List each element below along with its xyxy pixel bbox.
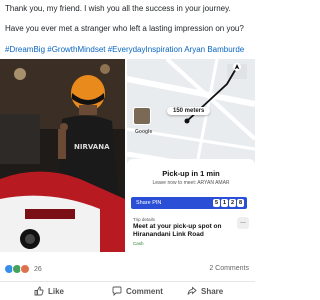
google-logo: Google	[135, 129, 153, 135]
rider-photo: NIRVANA	[0, 59, 125, 252]
post-hashtags[interactable]: #DreamBig #GrowthMindset #EverydayInspir…	[5, 44, 244, 55]
share-pin-label: Share PIN	[136, 200, 162, 206]
pin-digit: 2	[229, 199, 236, 207]
trip-title: Meet at your pick-up spot on Hiranandani…	[133, 223, 222, 238]
reactions-summary[interactable]: 26	[4, 264, 42, 274]
svg-text:NIRVANA: NIRVANA	[74, 143, 110, 151]
pickup-sheet: Pick-up in 1 min Leave now to meet: ARYA…	[127, 159, 255, 252]
navigation-arrow-icon	[233, 63, 241, 71]
post-line-1: Thank you, my friend. I wish you all the…	[5, 4, 231, 13]
pickup-subtitle: Leave now to meet: ARYAN AMAR	[152, 180, 230, 186]
comment-button[interactable]: Comment	[112, 286, 163, 296]
action-bar: Like Comment Share	[0, 284, 255, 300]
pickup-title: Pick-up in 1 min	[162, 169, 220, 178]
love-reaction-icon	[20, 264, 30, 274]
share-button[interactable]: Share	[187, 286, 223, 296]
post-line-2: Have you ever met a stranger who left a …	[5, 24, 244, 33]
comment-icon	[112, 286, 122, 296]
pin-digit: 1	[221, 199, 228, 207]
more-options-button[interactable]: ...	[237, 217, 249, 229]
distance-label: 150 meters	[167, 107, 211, 115]
share-label: Share	[201, 286, 224, 296]
pin-digit: 5	[213, 199, 220, 207]
divider	[0, 281, 255, 282]
ride-app-screenshot: 150 meters Google Pick-up in 1 min Leave…	[127, 59, 255, 252]
driver-thumbnail	[133, 107, 151, 125]
trip-details-label: Trip details	[133, 217, 155, 222]
share-pin-bar[interactable]: Share PIN 5 1 2 8	[131, 197, 247, 209]
post-media[interactable]: NIRVANA 150 meters Google Pick-up in 1 m…	[0, 59, 255, 252]
reactions-count: 26	[34, 265, 42, 273]
comments-count[interactable]: 2 Comments	[209, 265, 249, 272]
comment-label: Comment	[126, 286, 163, 296]
pin-code: 5 1 2 8	[213, 199, 244, 207]
like-button[interactable]: Like	[34, 286, 64, 296]
payment-method: Cash	[133, 241, 144, 246]
share-icon	[187, 286, 197, 295]
like-label: Like	[48, 286, 65, 296]
pin-digit: 8	[237, 199, 244, 207]
thumbs-up-icon	[34, 286, 44, 296]
